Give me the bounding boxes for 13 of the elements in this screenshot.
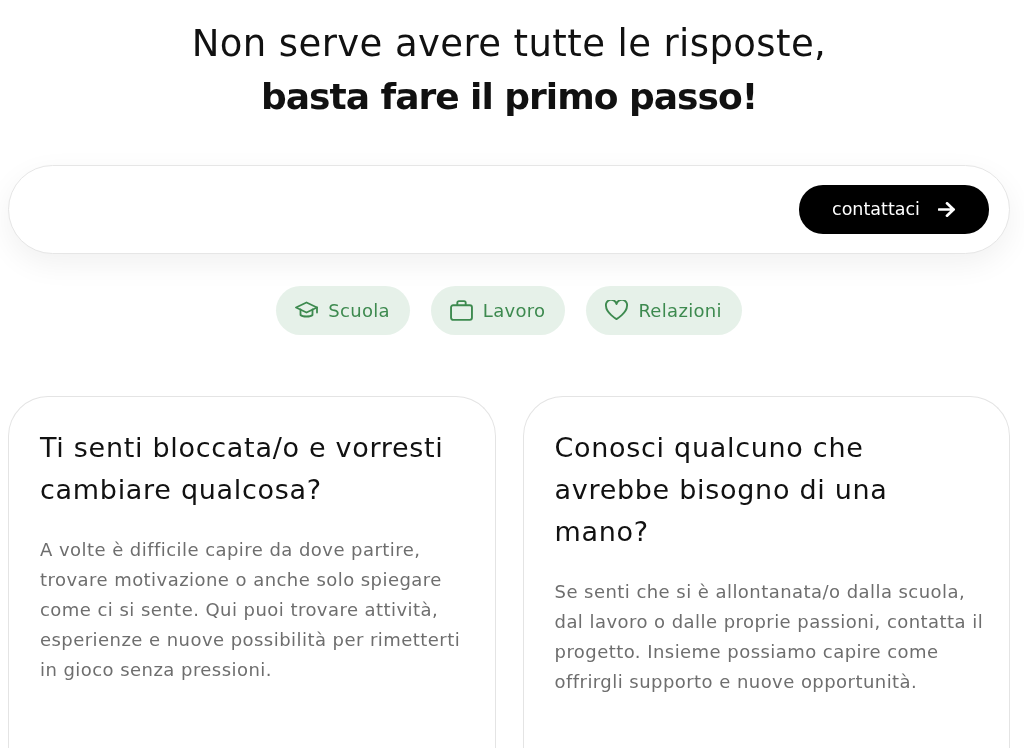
contact-button[interactable]: contattaci (799, 185, 989, 234)
card-text: Se senti che si è allontanata/o dalla scuola, dal lavoro o dalle proprie passioni, contatta il progetto. Insieme possiamo capire come offrirgli supporto e nuove opportunità. (554, 580, 984, 694)
briefcase-icon (449, 300, 473, 321)
heading-bold-text: basta fare il primo passo! (259, 75, 759, 119)
heading-text: Non serve avere tutte le risposte, (190, 21, 828, 67)
topic-chip[interactable]: Scuola (276, 286, 410, 335)
topic-chip[interactable]: Relazioni (586, 286, 742, 335)
topic-chip[interactable]: Lavoro (430, 286, 566, 335)
heart-icon (605, 300, 629, 321)
card-title: Conosci qualcuno che avrebbe bisogno di una mano? (554, 431, 889, 549)
card-title: Ti senti bloccata/o e vorresti cambiare qualcosa? (40, 431, 445, 507)
card-text: A volte è difficile capire da dove partire, trovare motivazione o anche solo spiegare come ci si sente. Qui puoi trovare attività, esperienze e nuove possibilità per rimetterti in gioco senza pressioni. (40, 538, 462, 682)
arrow-right-icon (937, 202, 956, 217)
